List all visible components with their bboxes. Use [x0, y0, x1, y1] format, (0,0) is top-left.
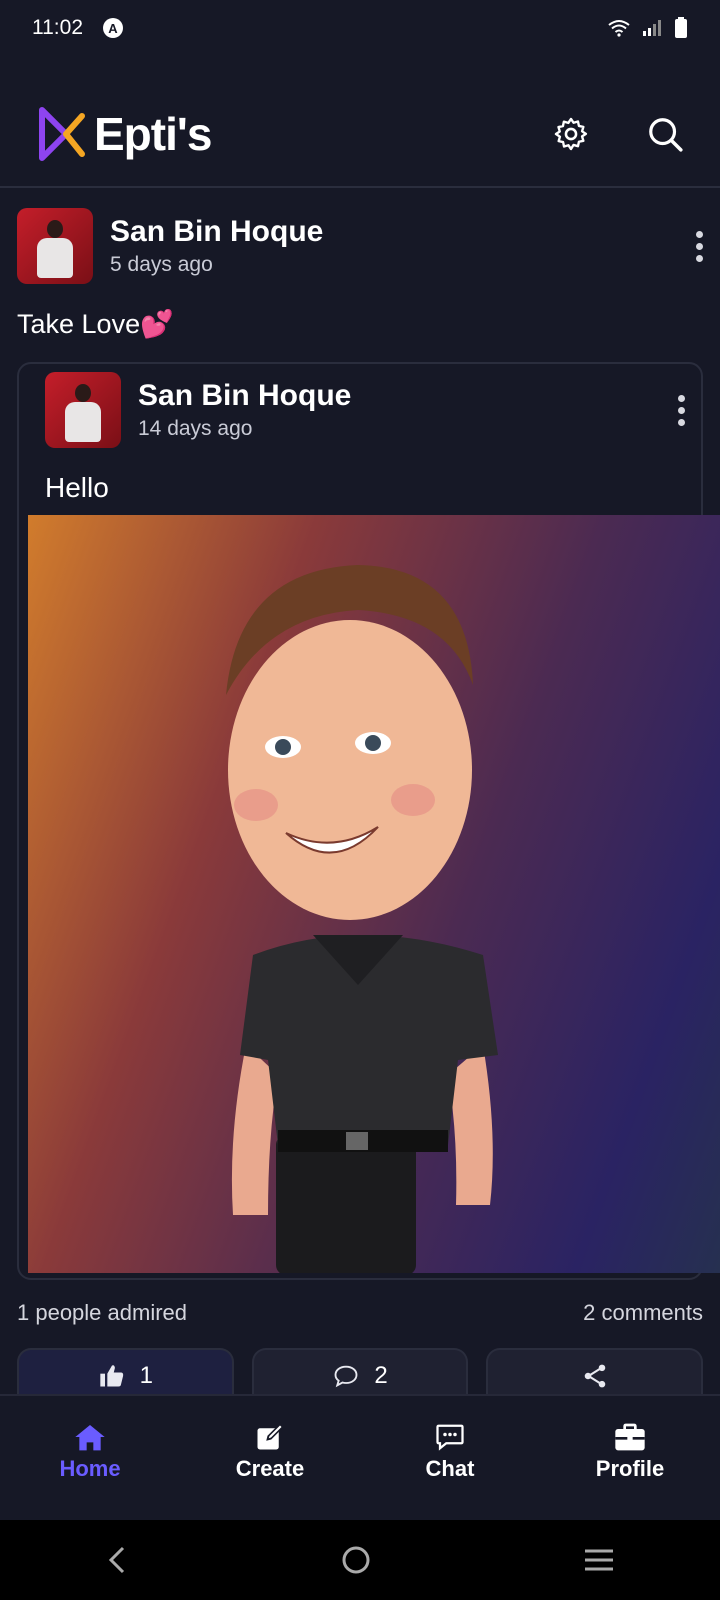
shared-more-options-icon[interactable]: [678, 394, 685, 426]
post-stats: 1 people admired 2 comments: [17, 1300, 703, 1326]
nav-chat[interactable]: Chat: [380, 1422, 520, 1482]
wifi-icon: [608, 20, 630, 37]
post-header: San Bin Hoque 5 days ago: [17, 208, 703, 284]
comment-bubble-icon: [334, 1365, 358, 1388]
status-time: 11:02: [32, 16, 83, 39]
settings-gear-icon[interactable]: [552, 115, 590, 153]
caricature-illustration: [226, 565, 498, 1273]
app-logo[interactable]: Epti's: [36, 104, 212, 164]
comments-count-text[interactable]: 2 comments: [583, 1300, 703, 1326]
like-count: 1: [139, 1362, 154, 1389]
shared-avatar[interactable]: [45, 372, 121, 448]
shared-post-header: San Bin Hoque 14 days ago: [45, 372, 695, 448]
post-text: Take Love💕: [17, 309, 174, 339]
home-circle-icon[interactable]: [340, 1544, 372, 1576]
nav-chat-label: Chat: [425, 1456, 475, 1481]
shared-post-text: Hello: [45, 472, 109, 503]
nav-profile[interactable]: Profile: [560, 1422, 700, 1482]
app-name: Epti's: [94, 108, 212, 160]
header-divider: [0, 186, 720, 188]
shared-post-card[interactable]: San Bin Hoque 14 days ago Hello: [17, 362, 720, 1280]
thumbs-up-icon: [99, 1365, 123, 1387]
system-navigation-bar: [0, 1520, 720, 1600]
avatar[interactable]: [17, 208, 93, 284]
battery-icon: [675, 17, 687, 38]
nav-home[interactable]: Home: [20, 1422, 160, 1482]
shared-timestamp: 14 days ago: [138, 417, 253, 440]
nav-create[interactable]: Create: [200, 1422, 340, 1482]
status-bar: 11:02 A: [0, 0, 720, 56]
app-bar: Epti's: [0, 84, 720, 184]
chat-icon: [436, 1424, 464, 1451]
edit-icon: [257, 1423, 284, 1450]
notification-a-icon: A: [103, 18, 123, 38]
back-icon[interactable]: [105, 1545, 129, 1575]
post-more-options-icon[interactable]: [696, 230, 703, 262]
admired-count-text[interactable]: 1 people admired: [17, 1300, 187, 1326]
recents-menu-icon[interactable]: [583, 1547, 615, 1573]
nav-home-label: Home: [59, 1456, 121, 1481]
shared-author-name[interactable]: San Bin Hoque: [138, 379, 351, 413]
home-icon: [75, 1425, 105, 1451]
search-icon[interactable]: [646, 115, 684, 153]
post-timestamp: 5 days ago: [110, 253, 213, 276]
briefcase-icon: [615, 1423, 645, 1451]
nav-profile-label: Profile: [595, 1456, 665, 1481]
nav-create-label: Create: [235, 1456, 305, 1481]
signal-icon: [643, 20, 661, 36]
share-icon: [584, 1364, 605, 1388]
comment-count: 2: [374, 1362, 388, 1389]
post-image[interactable]: [28, 515, 720, 1273]
bottom-navigation: Home Create Chat Profile: [0, 1394, 720, 1520]
post-author-name[interactable]: San Bin Hoque: [110, 215, 323, 249]
logo-mark-icon: [39, 107, 85, 161]
